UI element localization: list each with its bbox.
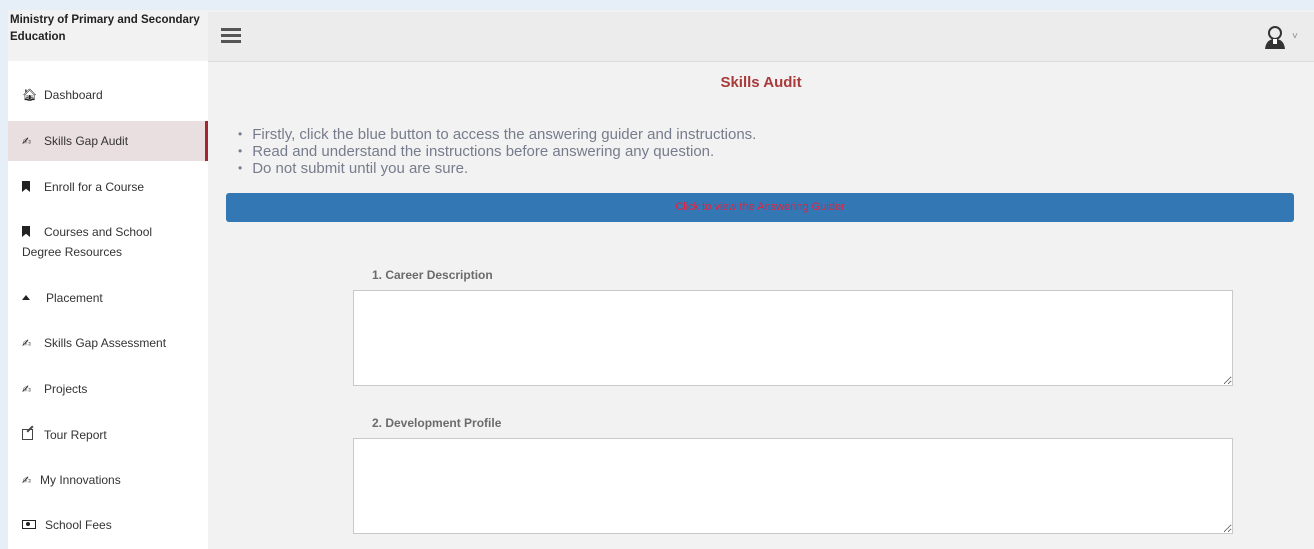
caret-up-icon [22, 295, 30, 300]
sidebar-item-label: Dashboard [44, 88, 103, 102]
sidebar-item-school-fees[interactable]: School Fees [8, 515, 208, 535]
signature-icon: ✍ [22, 475, 31, 487]
instruction-item: Do not submit until you are sure. [238, 160, 756, 177]
sidebar-item-skills-gap-assessment[interactable]: ✍ Skills Gap Assessment [8, 333, 208, 354]
sidebar-item-my-innovations[interactable]: ✍ My Innovations [8, 470, 208, 491]
page-title: Skills Audit [720, 74, 802, 91]
sidebar-item-label: Enroll for a Course [44, 180, 145, 194]
brand-title: Ministry of Primary and Secondary Educat… [10, 14, 200, 43]
instruction-item: Read and understand the instructions bef… [238, 143, 756, 160]
main-content: Skills Audit Firstly, click the blue but… [208, 62, 1314, 549]
signature-icon: ✍ [22, 136, 31, 148]
signature-icon: ✍ [22, 384, 31, 396]
sidebar-item-label: Tour Report [44, 428, 107, 442]
money-icon [22, 520, 36, 529]
development-profile-label: 2. Development Profile [372, 416, 502, 430]
sidebar-item-placement[interactable]: Placement [8, 288, 208, 308]
career-description-field[interactable] [353, 290, 1233, 386]
hamburger-icon[interactable] [221, 28, 241, 44]
sidebar-item-label: School Fees [45, 518, 112, 532]
sidebar-item-courses-resources[interactable]: Courses and School Degree Resources [8, 222, 188, 262]
sidebar-item-label: Skills Gap Assessment [44, 336, 167, 350]
bookmark-icon [22, 226, 30, 237]
sidebar-item-projects[interactable]: ✍ Projects [8, 379, 208, 400]
chevron-down-icon: ˅ [1292, 31, 1298, 42]
sidebar-item-dashboard[interactable]: 🏠︎ Dashboard [8, 85, 208, 105]
sidebar-item-tour-report[interactable]: Tour Report [8, 425, 208, 445]
sidebar-item-enroll-course[interactable]: Enroll for a Course [8, 177, 208, 197]
sidebar: Ministry of Primary and Secondary Educat… [8, 10, 208, 549]
user-avatar-icon [1265, 26, 1285, 49]
sidebar-item-label: Skills Gap Audit [44, 134, 129, 148]
signature-icon: ✍ [22, 338, 31, 350]
sidebar-item-label: Placement [46, 291, 103, 305]
instruction-list: Firstly, click the blue button to access… [238, 126, 756, 177]
answering-guide-button[interactable]: Click to view the Answering Guider [226, 193, 1294, 222]
bookmark-icon [22, 181, 30, 192]
top-bar: ˅ [208, 12, 1314, 62]
app-window: Ministry of Primary and Secondary Educat… [8, 10, 1314, 549]
sidebar-nav: 🏠︎ Dashboard ✍ Skills Gap Audit Enroll for… [8, 61, 208, 549]
instruction-item: Firstly, click the blue button to access… [238, 126, 756, 143]
sidebar-item-label: Courses and School Degree Resources [22, 225, 153, 259]
user-menu[interactable]: ˅ [1262, 24, 1302, 50]
home-icon: 🏠︎ [22, 88, 38, 102]
sidebar-item-label: Projects [44, 382, 88, 396]
edit-icon [22, 429, 33, 440]
career-description-label: 1. Career Description [372, 268, 493, 282]
sidebar-item-label: My Innovations [40, 473, 121, 487]
development-profile-field[interactable] [353, 438, 1233, 534]
sidebar-item-skills-gap-audit[interactable]: ✍ Skills Gap Audit [8, 121, 208, 161]
